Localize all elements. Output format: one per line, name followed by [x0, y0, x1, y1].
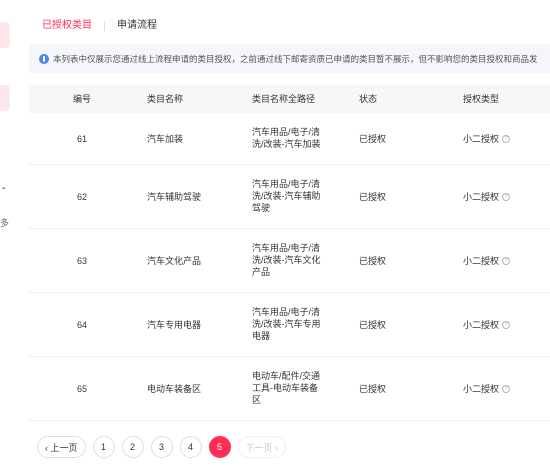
cell-id: 62 [77, 192, 88, 202]
path-line: 产品 [252, 267, 271, 277]
pagination: ‹ 上一页 1 2 3 4 5 下一页 › [37, 436, 293, 458]
table-row: 62 汽车辅助驾驶 汽车用品/电子/清 洗/改装-汽车辅助 驾驶 已授权 小二授… [29, 165, 550, 229]
cell-category-path: 汽车用品/电子/清 洗/改装-汽车加装 [252, 126, 340, 150]
tab-divider [104, 21, 105, 31]
path-line: 洗/改装-汽车加装 [252, 139, 321, 149]
help-icon[interactable]: ? [502, 135, 511, 143]
cell-category-name: 汽车辅助驾驶 [147, 192, 202, 202]
table-row: 65 电动车装备区 电动车/配件/交通 工具-电动车装备 区 已授权 小二授权 … [29, 357, 550, 421]
path-line: 电器 [252, 331, 271, 341]
cell-category-path: 汽车用品/电子/清 洗/改装-汽车专用 电器 [252, 306, 340, 342]
path-line: 汽车用品/电子/清 [252, 307, 321, 317]
sidebar-item-highlight[interactable] [0, 22, 10, 48]
page-button-4[interactable]: 4 [179, 436, 202, 458]
cell-category-name: 汽车专用电器 [147, 320, 202, 330]
notice-text: 本列表中仅展示您通过线上流程申请的类目授权，之前通过线下邮寄资质已申请的类目暂不… [53, 53, 538, 64]
auth-type-label: 小二授权 [463, 134, 500, 144]
cell-id: 64 [77, 320, 88, 330]
chevron-up-icon[interactable]: ˆ [2, 188, 5, 198]
cell-category-name: 电动车装备区 [147, 384, 202, 394]
sidebar-edge: ˆ 多 [0, 0, 14, 471]
page-button-3[interactable]: 3 [150, 436, 173, 458]
path-line: 工具-电动车装备 [252, 383, 318, 393]
cell-auth-type: 小二授权 ? [463, 383, 511, 395]
page-button-1[interactable]: 1 [92, 436, 115, 458]
cell-status: 已授权 [359, 192, 387, 202]
path-line: 区 [252, 395, 262, 405]
path-line: 汽车用品/电子/清 [252, 179, 321, 189]
prev-page-button[interactable]: ‹ 上一页 [37, 436, 86, 458]
table-row: 61 汽车加装 汽车用品/电子/清 洗/改装-汽车加装 已授权 小二授权 ? [29, 113, 550, 165]
cell-status: 已授权 [359, 256, 387, 266]
cell-id: 65 [77, 384, 88, 394]
cell-auth-type: 小二授权 ? [463, 319, 511, 331]
cell-category-path: 汽车用品/电子/清 洗/改装-汽车文化 产品 [252, 242, 340, 278]
next-page-button[interactable]: 下一页 › [237, 436, 286, 458]
auth-type-label: 小二授权 [463, 256, 500, 266]
header-auth-type: 授权类型 [463, 94, 500, 104]
cell-status: 已授权 [359, 134, 387, 144]
tab-bar: 已授权类目 申请流程 [42, 16, 157, 36]
cell-auth-type: 小二授权 ? [463, 133, 511, 145]
path-line: 汽车用品/电子/清 [252, 127, 321, 137]
table-row: 64 汽车专用电器 汽车用品/电子/清 洗/改装-汽车专用 电器 已授权 小二授… [29, 293, 550, 357]
cell-category-name: 汽车文化产品 [147, 256, 202, 266]
header-id: 编号 [73, 94, 92, 104]
category-table: 编号 类目名称 类目名称全路径 状态 授权类型 61 汽车加装 汽车用品/电子/… [29, 85, 550, 421]
path-line: 电动车/配件/交通 [252, 371, 321, 381]
help-icon[interactable]: ? [502, 385, 511, 393]
auth-type-label: 小二授权 [463, 384, 500, 394]
notice-bar: 本列表中仅展示您通过线上流程申请的类目授权，之前通过线下邮寄资质已申请的类目暂不… [29, 44, 550, 73]
cell-status: 已授权 [359, 384, 387, 394]
help-icon[interactable]: ? [502, 193, 511, 201]
sidebar-item-highlight[interactable] [0, 85, 10, 111]
path-line: 洗/改装-汽车专用 [252, 319, 321, 329]
header-category-path: 类目名称全路径 [252, 94, 316, 104]
help-icon[interactable]: ? [502, 257, 511, 265]
path-line: 洗/改装-汽车辅助 [252, 191, 321, 201]
help-icon[interactable]: ? [502, 321, 511, 329]
cell-id: 63 [77, 256, 88, 266]
cell-auth-type: 小二授权 ? [463, 191, 511, 203]
tab-application-process[interactable]: 申请流程 [117, 19, 157, 33]
page-button-5-current[interactable]: 5 [208, 436, 231, 458]
header-category-name: 类目名称 [147, 94, 184, 104]
header-status: 状态 [359, 94, 378, 104]
sidebar-item-label[interactable]: 多 [0, 218, 9, 228]
table-row: 63 汽车文化产品 汽车用品/电子/清 洗/改装-汽车文化 产品 已授权 小二授… [29, 229, 550, 293]
cell-auth-type: 小二授权 ? [463, 255, 511, 267]
path-line: 汽车用品/电子/清 [252, 243, 321, 253]
auth-type-label: 小二授权 [463, 192, 500, 202]
table-header: 编号 类目名称 类目名称全路径 状态 授权类型 [29, 85, 550, 113]
cell-id: 61 [77, 134, 88, 144]
cell-category-path: 电动车/配件/交通 工具-电动车装备 区 [252, 370, 340, 406]
cell-category-path: 汽车用品/电子/清 洗/改装-汽车辅助 驾驶 [252, 178, 340, 214]
cell-status: 已授权 [359, 320, 387, 330]
path-line: 驾驶 [252, 203, 271, 213]
page-button-2[interactable]: 2 [121, 436, 144, 458]
cell-category-name: 汽车加装 [147, 134, 184, 144]
info-icon [39, 53, 49, 64]
auth-type-label: 小二授权 [463, 320, 500, 330]
path-line: 洗/改装-汽车文化 [252, 255, 321, 265]
tab-authorized-categories[interactable]: 已授权类目 [42, 19, 92, 33]
